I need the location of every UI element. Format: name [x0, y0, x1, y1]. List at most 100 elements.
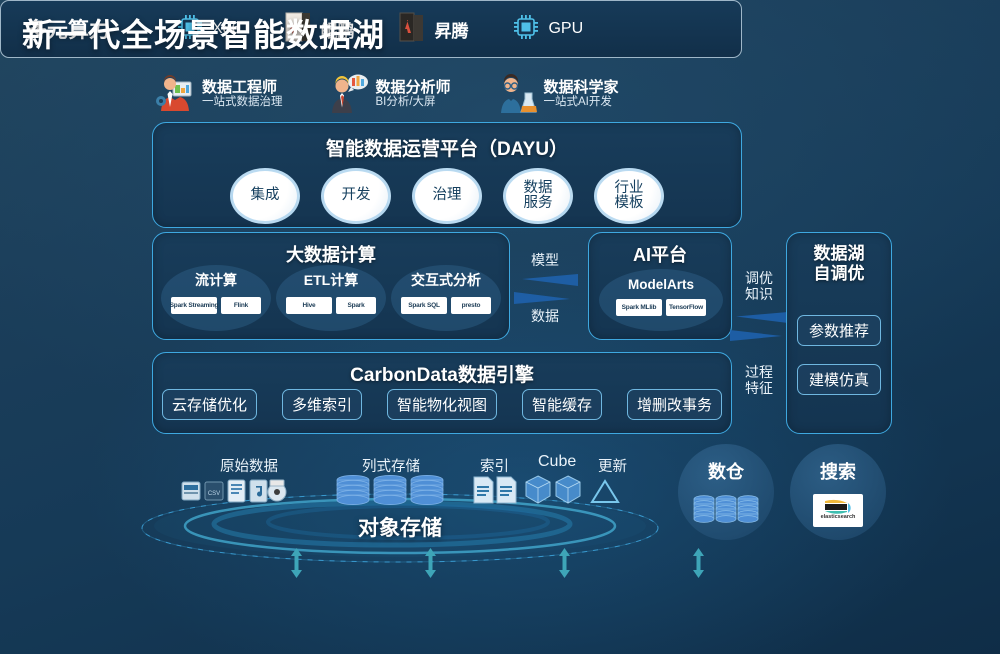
double-arrow-storage-compute-3-icon [558, 548, 571, 578]
svg-text:elasticsearch: elasticsearch [821, 514, 856, 520]
bubble-line1: 开发 [341, 187, 371, 204]
logo-row: Spark Streaming Flink [170, 297, 261, 314]
flow-label-line1: 过程 [745, 364, 773, 380]
storage-label-raw-data: 原始数据 [220, 459, 278, 475]
flow-label-process-feature: 过程 特征 [736, 364, 782, 396]
page-title: 新一代全场景智能数据湖 [22, 17, 386, 53]
tuning-chip-model-simulation[interactable]: 建模仿真 [797, 364, 881, 395]
carbon-chip-materialized-view[interactable]: 智能物化视图 [386, 389, 497, 420]
ai-platform-title: AI平台 [633, 245, 687, 265]
arrow-tuning-left-icon [730, 310, 788, 330]
flow-label-line2: 知识 [745, 286, 773, 303]
presto-logo-icon: presto [451, 297, 491, 314]
tensorflow-logo-icon: TensorFlow [666, 299, 706, 316]
flow-label-model: 模型 [531, 252, 559, 268]
bubble-line1: 治理 [432, 187, 462, 204]
svg-text:CSV: CSV [208, 491, 220, 497]
data-engineer-avatar-icon [155, 73, 195, 115]
data-warehouse-circle[interactable]: 数仓 [678, 444, 774, 540]
tuning-title-line2: 自调优 [813, 264, 865, 284]
tuning-chip-param-recommend[interactable]: 参数推荐 [797, 315, 881, 346]
double-arrow-storage-compute-1-icon [290, 548, 303, 578]
persona-data-engineer: 数据工程师 一站式数据治理 [155, 73, 283, 115]
carbondata-engine-panel: CarbonData数据引擎 云存储优化 多维索引 智能物化视图 智能缓存 增删… [152, 352, 732, 434]
storage-label-cube: Cube [538, 453, 577, 470]
dayu-capability-industry-template[interactable]: 行业 模板 [594, 168, 664, 224]
compute-item-name: 昇腾 [434, 21, 469, 41]
bigdata-group-list: 流计算 Spark Streaming Flink ETL计算 Hive Spa… [161, 265, 501, 331]
bigdata-title: 大数据计算 [286, 245, 376, 265]
group-label: 流计算 [195, 272, 237, 288]
tuning-title: 数据湖 自调优 [787, 244, 891, 285]
bubble-line1: 行业 [614, 179, 644, 196]
persona-data-analyst: 数据分析师 BI分析/大屏 [329, 73, 451, 115]
flow-label-tuning-knowledge: 调优 知识 [736, 270, 782, 302]
bubble-line1: 数据 [523, 179, 553, 196]
tuning-feature-list: 参数推荐 建模仿真 [797, 315, 881, 395]
bubble-line2: 模板 [614, 195, 644, 211]
logo-row: Spark SQL presto [401, 297, 491, 314]
dayu-capability-development[interactable]: 开发 [321, 168, 391, 224]
data-scientist-avatar-icon [497, 73, 537, 115]
columnar-db-icon [335, 474, 447, 513]
elasticsearch-logo-icon: elasticsearch [813, 494, 863, 527]
bubble-line1: 集成 [250, 187, 280, 204]
double-arrow-storage-compute-2-icon [424, 548, 437, 578]
bubble-line2: 服务 [523, 195, 553, 211]
spark-sql-logo-icon: Spark SQL [401, 297, 447, 314]
flow-label-line1: 调优 [745, 270, 773, 286]
object-storage-label: 对象存储 [358, 517, 442, 540]
double-arrow-storage-compute-4-icon [692, 548, 705, 578]
persona-desc: 一站式数据治理 [202, 96, 283, 109]
carbon-chip-smart-cache[interactable]: 智能缓存 [521, 389, 602, 420]
data-analyst-avatar-icon [329, 73, 369, 115]
logo-row: Spark MLlib TensorFlow [616, 299, 706, 316]
arrow-feature-right-icon [730, 328, 788, 348]
spark-mllib-logo-icon: Spark MLlib [616, 299, 662, 316]
carbon-chip-cloud-storage-optimization[interactable]: 云存储优化 [162, 389, 258, 420]
flink-logo-icon: Flink [221, 297, 261, 314]
group-label: ETL计算 [303, 272, 359, 288]
persona-name: 数据工程师 [202, 78, 278, 96]
dayu-capability-governance[interactable]: 治理 [412, 168, 482, 224]
tuning-title-line1: 数据湖 [813, 244, 865, 263]
group-label: 交互式分析 [411, 272, 481, 288]
modelarts-label: ModelArts [627, 277, 694, 292]
search-circle[interactable]: 搜索 elasticsearch [790, 444, 886, 540]
ascend-chip-icon [398, 11, 426, 48]
bigdata-compute-panel: 大数据计算 流计算 Spark Streaming Flink ETL计算 Hi… [152, 232, 510, 340]
data-lake-autotuning-panel: 数据湖 自调优 参数推荐 建模仿真 [786, 232, 892, 434]
dayu-capability-data-service[interactable]: 数据 服务 [503, 168, 573, 224]
carbon-chip-crud-transaction[interactable]: 增删改事务 [626, 389, 722, 420]
flow-label-data: 数据 [531, 308, 559, 324]
compute-item-gpu[interactable]: GPU [512, 13, 583, 46]
logo-row: Hive Spark [286, 297, 376, 314]
persona-data-scientist: 数据科学家 一站式AI开发 [497, 73, 619, 115]
cube-icon [524, 474, 582, 511]
carbondata-feature-list: 云存储优化 多维索引 智能物化视图 智能缓存 增删改事务 [162, 389, 722, 420]
dayu-capability-list: 集成 开发 治理 数据 服务 行业 模板 [153, 168, 741, 224]
storage-label-index: 索引 [480, 459, 509, 475]
data-warehouse-label: 数仓 [708, 462, 744, 482]
bigdata-group-interactive: 交互式分析 Spark SQL presto [391, 265, 501, 331]
persona-name: 数据科学家 [543, 78, 619, 96]
delta-triangle-icon [590, 478, 620, 509]
storage-label-columnar: 列式存储 [362, 459, 420, 475]
ai-product-group: ModelArts Spark MLlib TensorFlow [599, 269, 723, 331]
carbon-chip-multidim-index[interactable]: 多维索引 [281, 389, 362, 420]
hive-logo-icon: Hive [286, 297, 332, 314]
persona-desc: 一站式AI开发 [543, 96, 612, 109]
carbondata-title: CarbonData数据引擎 [350, 365, 534, 386]
index-docs-icon [472, 475, 518, 510]
spark-logo-icon: Spark [336, 297, 376, 314]
persona-row: 数据工程师 一站式数据治理 数据分析师 BI分析/大屏 数据科学家 一站式AI开… [155, 70, 855, 118]
dayu-capability-integration[interactable]: 集成 [230, 168, 300, 224]
bigdata-group-etl: ETL计算 Hive Spark [276, 265, 386, 331]
dayu-title: 智能数据运营平台（DAYU） [325, 139, 569, 160]
compute-item-ascend[interactable]: 昇腾 [398, 11, 468, 48]
compute-item-name: GPU [548, 20, 584, 37]
dayu-platform-panel: 智能数据运营平台（DAYU） 集成 开发 治理 数据 服务 行业 模板 [152, 122, 742, 228]
mixed-files-icon: CSV [180, 476, 300, 511]
persona-desc: BI分析/大屏 [375, 96, 436, 109]
search-label: 搜索 [820, 462, 856, 482]
